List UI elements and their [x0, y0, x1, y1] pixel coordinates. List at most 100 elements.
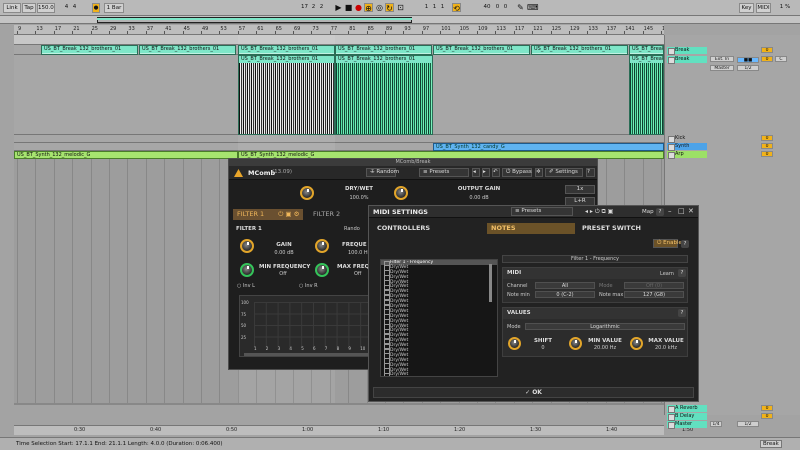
key-map-button[interactable]: Key	[739, 3, 754, 13]
presets-button[interactable]: ≡ Presets	[419, 168, 469, 177]
tab-controllers[interactable]: CONTROLLERS	[373, 223, 483, 234]
session-record-icon[interactable]: ⊡	[396, 3, 405, 12]
sig-den-field[interactable]: 4	[71, 3, 78, 13]
midi-presets-button[interactable]: ≡ Presets	[511, 207, 573, 216]
beat-time-ruler[interactable]: 9 13 17 21 25 29 33 37 41 45 49 53 57 61 65 69 73 77 81 85 8…	[14, 25, 664, 35]
metronome-icon[interactable]: ●	[92, 3, 100, 13]
play-icon[interactable]: ▶	[334, 3, 343, 12]
minimize-icon[interactable]: –	[668, 207, 672, 215]
track-activator-break1[interactable]: 0	[761, 47, 773, 53]
loop-len-bar[interactable]: 40	[482, 3, 492, 13]
output-type-select[interactable]: Master	[710, 65, 734, 71]
parameter-list[interactable]: Filter 1 - Frequency Dry/Wet Dry/Wet Dry/We…	[380, 259, 498, 377]
min-value-value[interactable]: 20.00 Hz	[586, 345, 624, 351]
capture-icon[interactable]: ↻	[385, 3, 394, 13]
loop-brace-lane[interactable]	[14, 35, 664, 45]
track-activator-reverb[interactable]: 0	[761, 405, 773, 411]
oversampling-button[interactable]: 1x	[565, 185, 595, 194]
clip[interactable]: US_BT_Break_132_brothers_01	[629, 45, 664, 55]
note-min-field[interactable]: 0 (C-2)	[535, 291, 595, 298]
bypass-button[interactable]: ⏻ Bypass	[502, 168, 532, 177]
quantize-select[interactable]: 1 Bar	[104, 3, 124, 13]
solo-button-break2[interactable]: C	[775, 56, 787, 62]
loop-len-beat[interactable]: 0	[494, 3, 501, 13]
clip[interactable]: US_BT_Break_132_brothers_01	[41, 45, 138, 55]
pos-bar[interactable]: 17	[300, 3, 309, 13]
maximize-icon[interactable]: □	[678, 207, 685, 215]
track-activator-synth[interactable]: 0	[761, 143, 773, 149]
midi-nav-icons[interactable]: ◂ ▸ ⏻ ⧉ ▣	[585, 208, 613, 216]
monitor-select[interactable]: 1/2	[737, 65, 759, 71]
record-icon[interactable]: ●	[354, 3, 363, 12]
track-header-kick[interactable]: Kick	[667, 135, 707, 143]
shift-knob[interactable]	[508, 337, 521, 350]
values-help-icon[interactable]: ?	[678, 309, 686, 317]
loop-start-bar[interactable]: 1	[423, 3, 430, 13]
clip[interactable]: US_BT_Break_132_brothers_01	[335, 45, 432, 55]
track-header-b-delay[interactable]: B Delay	[667, 413, 707, 421]
time-ruler-seconds[interactable]: 0:30 0:40 0:50 1:00 1:10 1:20 1:30 1:40 1:50	[14, 425, 693, 435]
comb-response-graph[interactable]: 100 75 50 25 1 2 3 4 5 6 7 8 9 10	[239, 295, 374, 357]
max-frequency-knob[interactable]	[315, 263, 329, 277]
tempo-field[interactable]: 150.00	[37, 3, 55, 13]
loop-len-sixteenth[interactable]: 0	[502, 3, 509, 13]
track-header-break1[interactable]: Break	[667, 47, 707, 55]
track-activator-delay[interactable]: 0	[761, 413, 773, 419]
track-header-a-reverb[interactable]: A Reverb	[667, 405, 707, 413]
tab-notes[interactable]: NOTES	[487, 223, 575, 234]
clip[interactable]: US_BT_Break_132_brothers_01	[139, 45, 236, 55]
shift-value[interactable]: 0	[527, 345, 559, 351]
tap-button[interactable]: Tap	[22, 3, 36, 13]
parameter-list-item[interactable]: Dry/Wet	[381, 372, 497, 376]
track-header-arp[interactable]: Arp	[667, 151, 707, 159]
note-max-field[interactable]: 127 (G8)	[624, 291, 684, 298]
min-frequency-value[interactable]: Off	[259, 271, 307, 277]
track-header-break2[interactable]: Break	[667, 56, 707, 64]
tab-filter-1[interactable]: FILTER 1 ⏻ ▣ ⚙	[233, 209, 303, 220]
link-button[interactable]: Link	[3, 3, 21, 13]
undo-icon[interactable]: ↶	[492, 168, 500, 177]
clip[interactable]: US_BT_Break_132_brothers_01	[531, 45, 628, 55]
learn-button[interactable]: Learn	[660, 271, 674, 277]
loop-switch-icon[interactable]: ⟲	[452, 3, 461, 13]
max-value-knob[interactable]	[630, 337, 643, 350]
arrangement-overview[interactable]	[0, 16, 800, 24]
gain-knob[interactable]	[240, 239, 254, 253]
values-mode-select[interactable]: Logarithmic	[525, 323, 685, 330]
help-icon[interactable]: ?	[586, 168, 595, 177]
ok-button[interactable]: ✓ OK	[373, 387, 694, 398]
status-track-name[interactable]: Break	[760, 440, 782, 448]
computer-keyboard-icon[interactable]: ⌨	[527, 3, 539, 12]
track-activator-break2[interactable]: 0	[761, 56, 773, 62]
settings-gear-icon[interactable]: ✲	[535, 168, 543, 177]
note-mode-select[interactable]: Off (0)	[624, 282, 684, 289]
max-value-value[interactable]: 20.0 kHz	[646, 345, 686, 351]
enable-toggle[interactable]: ⏻ Enable	[653, 239, 682, 248]
input-type-select[interactable]: Ext. In	[710, 56, 734, 62]
map-button[interactable]: Map	[642, 209, 654, 215]
clip[interactable]: US_BT_Break_132_brothers_01	[238, 55, 335, 135]
close-icon[interactable]: ✕	[688, 207, 694, 215]
invert-left-toggle[interactable]: ○ Inv L	[237, 283, 255, 289]
frequency-value[interactable]: 100.0 H	[348, 250, 368, 256]
clip[interactable]: US_BT_Synth_132_candy_G	[433, 143, 664, 151]
loop-start-sixteenth[interactable]: 1	[439, 3, 446, 13]
sig-num-field[interactable]: 4	[63, 3, 70, 13]
enable-help-icon[interactable]: ?	[681, 240, 689, 248]
channel-select[interactable]: All	[535, 282, 595, 289]
mcomb-window-title[interactable]: MComb/Break	[229, 159, 597, 166]
track-lane-kick[interactable]	[14, 135, 664, 143]
melda-logo-icon[interactable]	[234, 169, 243, 177]
track-activator-kick[interactable]: 0	[761, 135, 773, 141]
track-header-master[interactable]: Master	[667, 421, 707, 429]
randomize-filter-link[interactable]: Rando	[344, 226, 360, 232]
clip[interactable]: US_BT_Break_132_brothers_01	[433, 45, 530, 55]
tab-preset-switch[interactable]: PRESET SWITCH	[578, 223, 688, 234]
random-button[interactable]: ⁜ Random	[366, 168, 399, 177]
settings-button[interactable]: ✐ Settings	[545, 168, 583, 177]
clip[interactable]: US_BT_Break_132_brothers_01	[238, 45, 335, 55]
draw-mode-icon[interactable]: ✎	[516, 3, 525, 12]
loop-start-beat[interactable]: 1	[431, 3, 438, 13]
master-out-select[interactable]: 1/2	[737, 421, 759, 427]
input-channel-select[interactable]: ■■	[737, 57, 759, 63]
